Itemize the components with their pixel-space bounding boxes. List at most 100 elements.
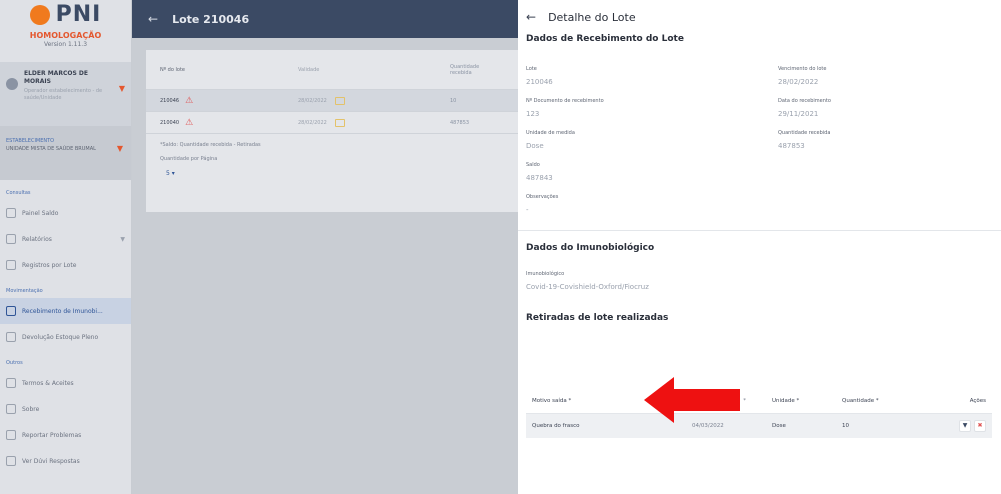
field-label-vencimento: Vencimento do lote: [778, 66, 827, 72]
field-value-quantidade-recebida: 487853: [778, 142, 805, 150]
user-menu[interactable]: ELDER MARCOS DE MORAIS Operador estabele…: [0, 62, 131, 126]
help-icon: [6, 456, 16, 466]
info-icon: [6, 404, 16, 414]
table-header: Motivo saída * * Unidade * Quantidade * …: [526, 388, 992, 414]
delete-icon[interactable]: ✖: [974, 420, 986, 432]
sidebar-item-label: Sobre: [22, 405, 40, 413]
column-header-acoes: Ações: [969, 397, 986, 404]
receipt-fields: Lote 210046 Vencimento do lote 28/02/2022 …: [518, 66, 1001, 214]
establishment-value: UNIDADE MISTA DE SAÚDE BRUMAL: [6, 146, 96, 152]
lote-cell: 210046: [160, 97, 180, 104]
field-value-data-recebimento: 29/11/2021: [778, 110, 819, 118]
column-header-unidade[interactable]: Unidade *: [772, 398, 842, 404]
sidebar-item-label: Registros por Lote: [22, 261, 77, 269]
field-label-quantidade-recebida: Quantidade recebida: [778, 130, 831, 136]
sidebar: PNI HOMOLOGAÇÃO Version 1.11.3 ELDER MAR…: [0, 0, 132, 494]
annotation-arrow-icon: [644, 377, 740, 423]
field-value-saldo: 487843: [526, 174, 553, 182]
lote-cell: 210040: [160, 119, 180, 126]
field-label-documento: Nº Documento de recebimento: [526, 98, 604, 104]
field-label-data-recebimento: Data do recebimento: [778, 98, 831, 104]
establishment-label: ESTABELECIMENTO: [6, 138, 55, 144]
avatar: [6, 78, 18, 90]
column-header-quantidade[interactable]: Quantidade recebida: [450, 64, 500, 76]
section-consultas: Consultas: [6, 190, 31, 196]
user-icon: [6, 332, 16, 342]
column-header-quantidade[interactable]: Quantidade *: [842, 398, 942, 404]
withdrawals-table: Motivo saída * * Unidade * Quantidade * …: [526, 388, 992, 438]
sidebar-item-duvidas[interactable]: Ver Dúvi Respostas: [0, 448, 131, 474]
drawer-header: ← Detalhe do Lote: [518, 0, 1001, 34]
page-header: ← Lote 210046: [132, 0, 518, 38]
chevron-down-icon[interactable]: ▼: [119, 84, 125, 93]
table-header: Nº do lote Validade Quantidade recebida: [146, 50, 518, 90]
calendar-icon: [334, 118, 345, 127]
field-value-vencimento: 28/02/2022: [778, 78, 819, 86]
user-name: ELDER MARCOS DE MORAIS: [24, 70, 88, 85]
warning-icon: ⚠: [185, 117, 194, 128]
sidebar-item-label: Ver Dúvi Respostas: [22, 457, 80, 465]
section-title-retiradas: Retiradas de lote realizadas: [526, 313, 669, 323]
filter-icon[interactable]: ▼: [959, 420, 971, 432]
per-page-select[interactable]: 5 ▾: [146, 162, 518, 177]
warning-icon: ⚠: [185, 95, 194, 106]
field-label-saldo: Saldo: [526, 162, 540, 168]
section-outros: Outros: [6, 360, 23, 366]
arrow-left-icon[interactable]: ←: [526, 10, 536, 24]
page-body: Nº do lote Validade Quantidade recebida …: [132, 38, 518, 494]
field-label-imunobiologico: Imunobiológico: [526, 271, 565, 277]
field-value-imunobiologico: Covid-19-Covishield-Oxford/Fiocruz: [526, 283, 649, 291]
saldo-note: *Saldo: Quantidade recebida - Retiradas: [160, 142, 261, 148]
inbox-icon: [6, 306, 16, 316]
document-icon: [6, 378, 16, 388]
column-header-validade[interactable]: Validade: [298, 67, 450, 73]
field-value-unidade: Dose: [526, 142, 544, 150]
data-cell: 04/03/2022: [692, 423, 724, 429]
sidebar-item-relatorios[interactable]: Relatórios ▼: [0, 226, 131, 252]
field-value-documento: 123: [526, 110, 540, 118]
sidebar-item-label: Painel Saldo: [22, 209, 59, 217]
quantidade-cell: 10: [842, 423, 849, 429]
sidebar-item-reportar[interactable]: Reportar Problemas: [0, 422, 131, 448]
sidebar-item-label: Termos & Aceites: [22, 379, 74, 387]
unidade-cell: Dose: [772, 423, 786, 429]
sidebar-item-label: Recebimento de Imunobi...: [22, 307, 103, 315]
version-label: Version 1.11.3: [43, 41, 88, 48]
sidebar-item-recebimento[interactable]: Recebimento de Imunobi...: [0, 298, 131, 324]
logo-text: PNI: [55, 2, 102, 27]
column-header-lote[interactable]: Nº do lote: [160, 67, 298, 73]
field-value-lote: 210046: [526, 78, 553, 86]
pni-logo-icon: [29, 4, 50, 25]
sidebar-item-registros-lote[interactable]: Registros por Lote: [0, 252, 131, 278]
message-icon: [6, 430, 16, 440]
validade-cell: 28/02/2022: [298, 119, 327, 126]
sidebar-item-label: Devolução Estoque Pleno: [22, 333, 99, 341]
field-label-lote: Lote: [526, 66, 537, 72]
page-title: Lote 210046: [172, 12, 250, 26]
sidebar-item-devolucao[interactable]: Devolução Estoque Pleno: [0, 324, 131, 350]
establishment-selector[interactable]: ESTABELECIMENTO UNIDADE MISTA DE SAÚDE B…: [0, 126, 131, 180]
table-row[interactable]: Quebra do frasco 04/03/2022 Dose 10 ▼ ✖: [526, 414, 992, 438]
chevron-down-icon[interactable]: ▼: [117, 144, 123, 153]
sidebar-item-termos[interactable]: Termos & Aceites: [0, 370, 131, 396]
arrow-left-icon[interactable]: ←: [148, 12, 158, 26]
motivo-cell: Quebra do frasco: [532, 423, 580, 429]
table-row[interactable]: 210040 ⚠ 28/02/2022 487853: [146, 112, 518, 134]
chevron-down-icon: ▼: [120, 235, 125, 243]
edit-icon: [6, 260, 16, 270]
chevron-down-icon: ▾: [171, 170, 175, 177]
table-row[interactable]: 210046 ⚠ 28/02/2022 10: [146, 90, 518, 112]
per-page-label: Quantidade por Página: [160, 156, 218, 162]
environment-label: HOMOLOGAÇÃO: [29, 31, 102, 40]
report-icon: [6, 234, 16, 244]
drawer-title: Detalhe do Lote: [548, 10, 636, 24]
validade-cell: 28/02/2022: [298, 97, 327, 104]
arrow-shape: [644, 377, 740, 423]
sidebar-item-label: Relatórios: [22, 235, 52, 243]
per-page-value: 5: [166, 170, 170, 177]
field-value-observacoes: -: [526, 206, 529, 214]
chart-icon: [6, 208, 16, 218]
divider: [518, 230, 1001, 231]
sidebar-item-painel-saldo[interactable]: Painel Saldo: [0, 200, 131, 226]
sidebar-item-sobre[interactable]: Sobre: [0, 396, 131, 422]
